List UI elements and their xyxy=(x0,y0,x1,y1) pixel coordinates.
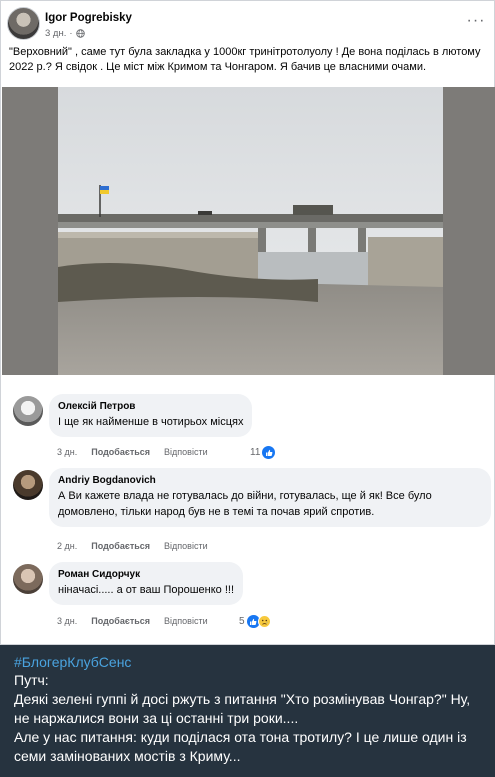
reaction-summary[interactable]: 5 xyxy=(239,615,271,628)
sad-reaction-icon xyxy=(257,615,271,628)
commenter-avatar[interactable] xyxy=(13,564,43,594)
comment-bubble: Олексій Петров І ще як найменше в чотирь… xyxy=(49,394,253,437)
facebook-post: Igor Pogrebisky 3 дн. · ··· "Верховний" … xyxy=(0,0,495,645)
comment-actions: 3 дн. Подобається Відповісти xyxy=(57,447,208,457)
comment-actions: 3 дн. Подобається Відповісти xyxy=(57,616,208,626)
like-link[interactable]: Подобається xyxy=(91,541,150,551)
comment-actions: 2 дн. Подобається Відповісти xyxy=(57,541,208,551)
reply-link[interactable]: Відповісти xyxy=(164,447,208,457)
comment-text: І ще як найменше в чотирьох місцях xyxy=(58,416,244,428)
comment-bubble: Роман Сидорчук ніначасі..... а от ваш По… xyxy=(49,562,244,605)
reaction-count: 11 xyxy=(250,447,261,458)
like-link[interactable]: Подобається xyxy=(91,447,150,457)
post-photo[interactable] xyxy=(2,87,495,375)
reply-link[interactable]: Відповісти xyxy=(164,616,208,626)
commenter-avatar[interactable] xyxy=(13,470,43,500)
comment-time[interactable]: 3 дн. xyxy=(57,616,77,626)
comment-text: ніначасі..... а от ваш Порошенко !!! xyxy=(58,584,235,596)
like-reaction-icon xyxy=(262,446,276,459)
post-text: "Верховний" , саме тут була закладка у 1… xyxy=(9,46,481,73)
more-horizontal-icon: ··· xyxy=(466,12,486,29)
commenter-name[interactable]: Олексій Петров xyxy=(58,400,243,414)
comment-bubble: Andriy Bogdanovich А Ви кажете влада не … xyxy=(49,468,491,527)
comment-time[interactable]: 2 дн. xyxy=(57,541,77,551)
commenter-avatar[interactable] xyxy=(13,396,43,426)
reply-link[interactable]: Відповісти xyxy=(164,541,208,551)
caption-line: Але у нас питання: куди поділася ота тон… xyxy=(14,729,467,764)
reaction-count: 5 xyxy=(239,616,245,627)
hashtag-link[interactable]: #БлогерКлубСенс xyxy=(14,653,481,671)
caption-line: Путч: xyxy=(14,672,49,688)
author-name[interactable]: Igor Pogrebisky xyxy=(45,12,132,24)
comment-time[interactable]: 3 дн. xyxy=(57,447,77,457)
bridge-photo xyxy=(58,87,443,375)
author-avatar[interactable] xyxy=(7,7,40,40)
comment-text: А Ви кажете влада не готувалась до війни… xyxy=(58,490,432,518)
commenter-name[interactable]: Роман Сидорчук xyxy=(58,568,234,582)
caption-line: Деякі зелені гуппі й досі ржуть з питанн… xyxy=(14,691,471,726)
post-header: Igor Pogrebisky 3 дн. · ··· xyxy=(7,7,490,43)
globe-icon xyxy=(75,29,85,38)
commenter-name[interactable]: Andriy Bogdanovich xyxy=(58,474,482,488)
caption-footer: #БлогерКлубСенс Путч: Деякі зелені гуппі… xyxy=(0,645,495,777)
more-options-button[interactable]: ··· xyxy=(464,11,488,31)
reaction-summary[interactable]: 11 xyxy=(250,446,276,459)
like-link[interactable]: Подобається xyxy=(91,616,150,626)
post-meta: 3 дн. · xyxy=(45,28,85,39)
post-time[interactable]: 3 дн. xyxy=(45,28,66,39)
